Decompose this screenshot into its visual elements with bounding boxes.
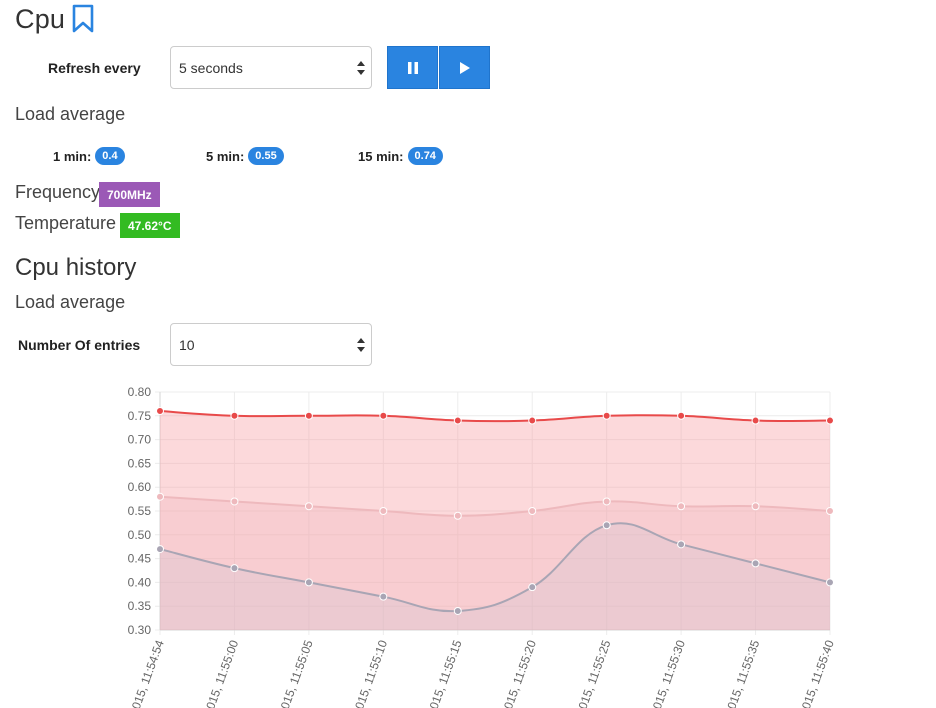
series-0-point bbox=[304, 411, 313, 420]
load-average-chart: 0.80 0.75 0.70 0.65 0.60 0.55 0.50 0.45 0.40 0.35… bbox=[127, 385, 837, 708]
y-tick-label: 0.40 bbox=[128, 575, 152, 589]
x-tick-label: 2015, 11:54:54 bbox=[127, 638, 167, 708]
y-tick-label: 0.65 bbox=[128, 456, 152, 470]
series-0-point bbox=[528, 416, 537, 425]
series-2-point bbox=[528, 583, 537, 592]
series-2-point bbox=[379, 592, 388, 601]
series-1-point bbox=[453, 511, 462, 520]
series-0-point bbox=[156, 407, 164, 416]
x-tick-label: 2015, 11:55:15 bbox=[424, 638, 464, 708]
series-0-point bbox=[751, 416, 760, 425]
series-1-point bbox=[677, 502, 686, 511]
series-1-point bbox=[379, 507, 388, 515]
y-tick-label: 0.45 bbox=[128, 552, 152, 566]
series-2-point bbox=[304, 578, 313, 587]
series-0-point bbox=[677, 411, 686, 420]
y-tick-label: 0.50 bbox=[128, 528, 152, 542]
series-1-point bbox=[304, 502, 313, 511]
x-tick-label: 2015, 11:55:40 bbox=[797, 638, 837, 708]
y-tick-label: 0.55 bbox=[128, 504, 152, 518]
y-tick-label: 0.60 bbox=[128, 480, 152, 494]
x-tick-label: 2015, 11:55:10 bbox=[350, 638, 390, 708]
series-1-point bbox=[230, 497, 239, 506]
series-2-point bbox=[826, 578, 834, 587]
y-tick-label: 0.75 bbox=[128, 409, 152, 423]
series-0-point bbox=[453, 416, 462, 425]
series-1-point bbox=[528, 507, 537, 515]
series-0-point bbox=[602, 411, 611, 420]
series-1-point bbox=[826, 507, 834, 515]
y-tick-label: 0.30 bbox=[128, 623, 152, 637]
series-1-point bbox=[156, 492, 164, 501]
series-1-point bbox=[751, 502, 760, 511]
series-2-point bbox=[602, 521, 611, 530]
y-tick-label: 0.80 bbox=[128, 385, 152, 399]
series-2-point bbox=[453, 606, 462, 615]
series-0-point bbox=[230, 411, 239, 420]
series-2-point bbox=[751, 559, 760, 568]
series-0-point bbox=[379, 411, 388, 420]
y-tick-label: 0.70 bbox=[128, 433, 152, 447]
series-0-point bbox=[826, 416, 834, 425]
x-tick-label: 2015, 11:55:05 bbox=[275, 638, 315, 708]
y-tick-label: 0.35 bbox=[128, 599, 152, 613]
x-tick-label: 2015, 11:55:20 bbox=[499, 638, 539, 708]
x-tick-label: 2015, 11:55:00 bbox=[201, 638, 241, 708]
series-1-point bbox=[602, 497, 611, 506]
series-2-point bbox=[677, 540, 686, 549]
x-tick-label: 2015, 11:55:35 bbox=[722, 638, 762, 708]
series-2-point bbox=[230, 564, 239, 573]
series-2-point bbox=[156, 545, 164, 554]
x-tick-label: 2015, 11:55:25 bbox=[573, 638, 613, 708]
x-tick-label: 2015, 11:55:30 bbox=[648, 638, 688, 708]
